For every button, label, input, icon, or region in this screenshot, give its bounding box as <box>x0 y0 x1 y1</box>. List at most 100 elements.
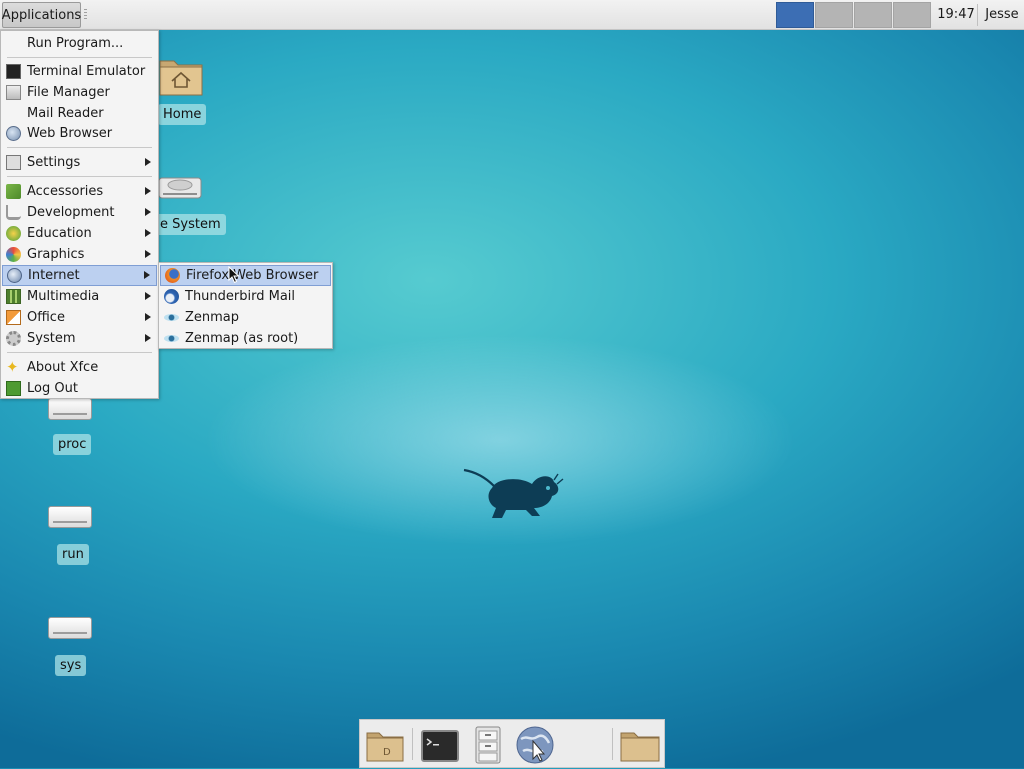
accessories-icon <box>6 184 21 199</box>
menu-item-label: Settings <box>27 155 81 170</box>
menu-item-graphics[interactable]: Graphics <box>2 244 157 265</box>
web-browser-icon[interactable] <box>515 725 555 765</box>
applications-menu-button[interactable]: Applications <box>2 2 81 28</box>
show-desktop-icon[interactable]: D <box>365 725 405 765</box>
menu-item-file-manager[interactable]: File Manager <box>2 82 157 103</box>
menu-item-label: Thunderbird Mail <box>185 289 296 304</box>
workspace-1-button[interactable] <box>776 2 814 28</box>
bottom-dock: D <box>359 719 665 768</box>
submenu-arrow-icon <box>145 158 151 166</box>
submenu-arrow-icon <box>145 334 151 342</box>
menu-item-accessories[interactable]: Accessories <box>2 181 157 202</box>
menu-item-label: Development <box>27 205 115 220</box>
graphics-icon <box>6 247 21 262</box>
system-gear-icon <box>6 331 21 346</box>
submenu-arrow-icon <box>145 292 151 300</box>
submenu-arrow-icon <box>145 187 151 195</box>
svg-text:D: D <box>383 747 391 758</box>
file-manager-icon[interactable] <box>468 725 508 765</box>
workspace-3-button[interactable] <box>854 2 892 28</box>
panel-clock[interactable]: 19:47 <box>936 0 976 30</box>
submenu-arrow-icon <box>145 208 151 216</box>
menu-item-label: Web Browser <box>27 126 113 141</box>
home-folder-icon[interactable] <box>158 55 204 97</box>
dock-separator <box>612 728 613 760</box>
menu-item-zenmap-root[interactable]: Zenmap (as root) <box>160 328 331 349</box>
menu-item-label: System <box>27 331 76 346</box>
menu-separator <box>7 147 152 148</box>
submenu-arrow-icon <box>145 250 151 258</box>
zenmap-eye-icon <box>164 335 179 342</box>
menu-item-label: Mail Reader <box>27 106 104 121</box>
menu-item-thunderbird[interactable]: Thunderbird Mail <box>160 286 331 307</box>
desktop-icon-label[interactable]: run <box>57 544 89 565</box>
xfce-mouse-logo <box>462 464 564 522</box>
panel-grip-handle[interactable] <box>84 9 87 21</box>
settings-icon <box>6 155 21 170</box>
office-icon <box>6 310 21 325</box>
desktop-icon-label[interactable]: proc <box>53 434 92 455</box>
menu-item-terminal-emulator[interactable]: Terminal Emulator <box>2 61 157 82</box>
logout-icon <box>6 381 21 396</box>
menu-separator <box>7 176 152 177</box>
menu-item-label: File Manager <box>27 85 110 100</box>
menu-item-label: Firefox Web Browser <box>186 268 319 283</box>
menu-item-label: Zenmap (as root) <box>185 331 299 346</box>
top-panel: Applications 19:47 Jesse <box>0 0 1024 30</box>
desktop-icon-label[interactable]: sys <box>55 655 87 676</box>
menu-item-label: Zenmap <box>185 310 240 325</box>
zenmap-eye-icon <box>164 314 179 321</box>
internet-submenu: Firefox Web Browser Thunderbird Mail Zen… <box>158 262 333 349</box>
about-star-icon: ✦ <box>6 358 19 376</box>
menu-item-label: About Xfce <box>27 360 99 375</box>
menu-item-log-out[interactable]: Log Out <box>2 378 157 399</box>
terminal-icon <box>6 64 21 79</box>
menu-item-multimedia[interactable]: Multimedia <box>2 286 157 307</box>
menu-item-about-xfce[interactable]: ✦ About Xfce <box>2 357 157 378</box>
submenu-arrow-icon <box>145 229 151 237</box>
menu-item-internet[interactable]: Internet <box>2 265 157 286</box>
folder-icon[interactable] <box>620 725 660 765</box>
menu-item-label: Education <box>27 226 92 241</box>
menu-item-web-browser[interactable]: Web Browser <box>2 123 157 144</box>
firefox-icon <box>165 268 180 283</box>
workspace-2-button[interactable] <box>815 2 853 28</box>
menu-item-label: Log Out <box>27 381 78 396</box>
dock-separator <box>412 728 413 760</box>
menu-item-system[interactable]: System <box>2 328 157 349</box>
applications-menu-label: Applications <box>1 7 82 23</box>
menu-item-label: Internet <box>28 268 80 283</box>
submenu-arrow-icon <box>145 313 151 321</box>
menu-item-mail-reader[interactable]: Mail Reader <box>2 103 157 124</box>
menu-item-label: Accessories <box>27 184 104 199</box>
menu-item-development[interactable]: Development <box>2 202 157 223</box>
drive-icon[interactable] <box>48 617 92 639</box>
development-icon <box>6 205 21 220</box>
submenu-arrow-icon <box>144 271 150 279</box>
desktop-icon-label[interactable]: e System <box>155 214 226 235</box>
menu-item-label: Multimedia <box>27 289 100 304</box>
menu-item-label: Run Program... <box>27 36 124 51</box>
menu-separator <box>7 57 152 58</box>
mouse-pointer-icon <box>228 265 240 288</box>
menu-separator <box>7 352 152 353</box>
internet-icon <box>7 268 22 283</box>
menu-item-label: Graphics <box>27 247 85 262</box>
terminal-icon[interactable] <box>420 725 460 765</box>
menu-item-zenmap[interactable]: Zenmap <box>160 307 331 328</box>
filesystem-drive-icon[interactable] <box>158 174 202 200</box>
menu-item-run-program[interactable]: Run Program... <box>2 33 157 54</box>
drive-icon[interactable] <box>48 506 92 528</box>
menu-item-education[interactable]: Education <box>2 223 157 244</box>
desktop-icon-label[interactable]: Home <box>158 104 207 125</box>
menu-item-settings[interactable]: Settings <box>2 152 157 173</box>
menu-item-office[interactable]: Office <box>2 307 157 328</box>
menu-item-firefox[interactable]: Firefox Web Browser <box>160 265 331 286</box>
drive-icon[interactable] <box>48 398 92 420</box>
workspace-4-button[interactable] <box>893 2 931 28</box>
thunderbird-icon <box>164 289 179 304</box>
web-browser-icon <box>6 126 21 141</box>
user-menu[interactable]: Jesse <box>980 0 1024 30</box>
menu-item-label: Terminal Emulator <box>27 64 146 79</box>
multimedia-icon <box>6 289 21 304</box>
